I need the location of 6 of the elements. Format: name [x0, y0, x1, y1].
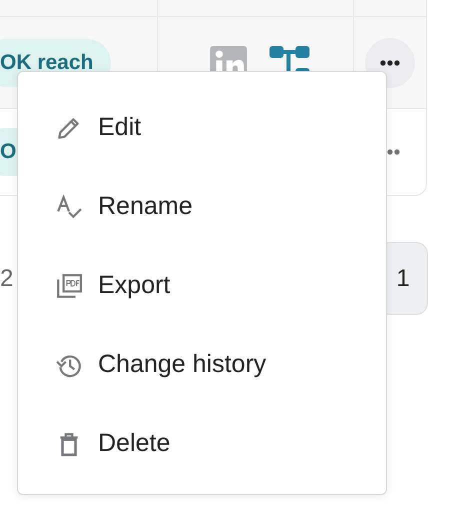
menu-item[interactable]: Delete	[18, 404, 386, 483]
spellcheck-icon	[56, 194, 82, 220]
pdf-icon	[56, 272, 82, 298]
more-icon	[380, 60, 400, 66]
page-number[interactable]: 2	[0, 264, 14, 292]
menu-item[interactable]: Change history	[18, 325, 386, 404]
